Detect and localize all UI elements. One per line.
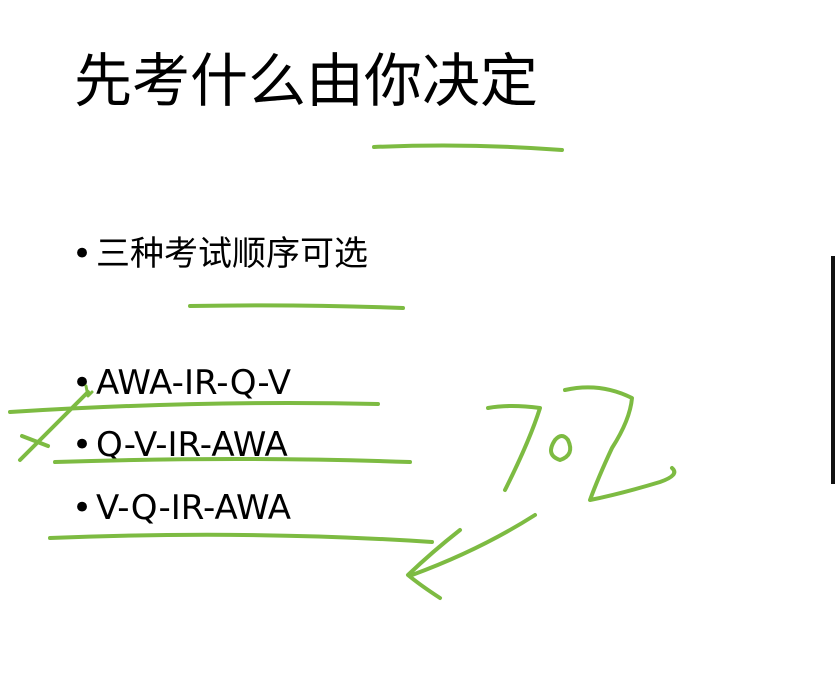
ink-underline-bullet-1 bbox=[188, 303, 405, 310]
ink-underline-order-3 bbox=[48, 532, 434, 544]
bullet-item-order-2: • Q-V-IR-AWA bbox=[72, 423, 288, 467]
ink-arrow-shaft bbox=[410, 513, 537, 577]
bullet-text: 三种考试顺序可选 bbox=[96, 234, 368, 274]
ink-digit-two bbox=[563, 385, 677, 502]
ink-underline-title bbox=[372, 143, 564, 152]
bullet-text: AWA-IR-Q-V bbox=[96, 363, 291, 403]
window-edge-bar bbox=[831, 256, 835, 484]
bullet-marker: • bbox=[72, 488, 93, 528]
bullet-item-exam-orders: • 三种考试顺序可选 bbox=[72, 232, 368, 276]
slide-title: 先考什么由你决定 bbox=[74, 47, 539, 115]
ink-digit-zero-small bbox=[549, 434, 573, 462]
ink-arrow-head bbox=[406, 528, 462, 600]
bullet-item-order-3: • V-Q-IR-AWA bbox=[72, 486, 291, 530]
bullet-text: Q-V-IR-AWA bbox=[96, 425, 288, 465]
bullet-marker: • bbox=[72, 234, 93, 274]
bullet-text: V-Q-IR-AWA bbox=[96, 488, 291, 528]
ink-digit-seven bbox=[486, 404, 542, 492]
bullet-marker: • bbox=[72, 425, 93, 465]
bullet-marker: • bbox=[72, 363, 93, 403]
bullet-item-order-1: • AWA-IR-Q-V bbox=[72, 361, 291, 405]
